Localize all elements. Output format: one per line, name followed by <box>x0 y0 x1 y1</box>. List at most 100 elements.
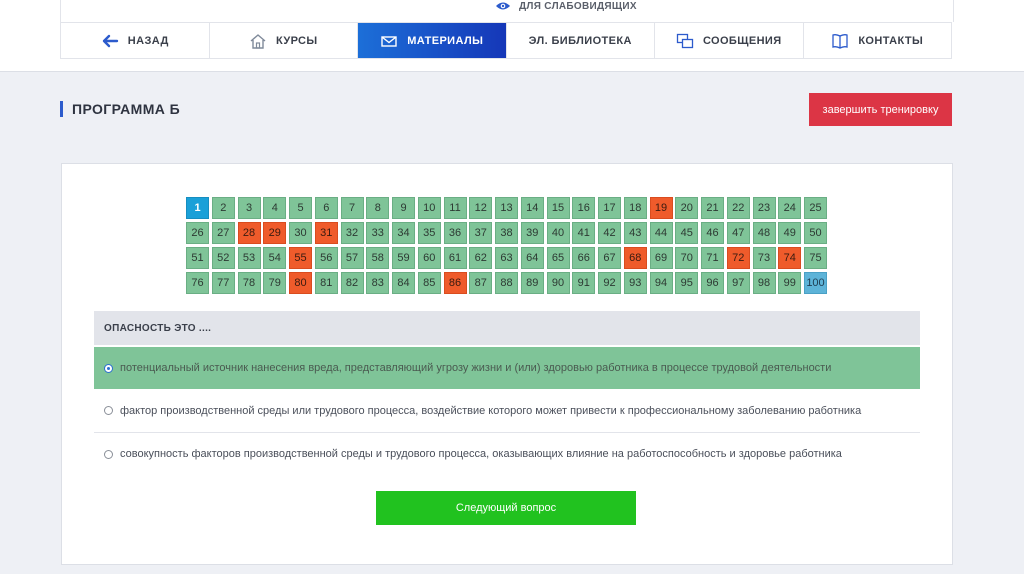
nav-library[interactable]: ЭЛ. БИБЛИОТЕКА <box>507 23 655 58</box>
question-number-87[interactable]: 87 <box>469 272 493 294</box>
question-number-93[interactable]: 93 <box>623 272 647 294</box>
question-number-19[interactable]: 19 <box>649 197 673 219</box>
question-number-91[interactable]: 91 <box>572 272 596 294</box>
question-number-63[interactable]: 63 <box>495 247 518 269</box>
nav-courses[interactable]: КУРСЫ <box>210 23 358 58</box>
question-number-94[interactable]: 94 <box>649 272 673 294</box>
question-number-79[interactable]: 79 <box>263 272 287 294</box>
question-number-16[interactable]: 16 <box>572 197 596 219</box>
question-number-13[interactable]: 13 <box>495 197 518 219</box>
question-number-3[interactable]: 3 <box>237 197 261 219</box>
question-number-66[interactable]: 66 <box>572 247 596 269</box>
question-number-2[interactable]: 2 <box>211 197 235 219</box>
question-number-15[interactable]: 15 <box>546 197 570 219</box>
question-number-78[interactable]: 78 <box>237 272 261 294</box>
question-number-70[interactable]: 70 <box>675 247 699 269</box>
question-number-72[interactable]: 72 <box>726 247 750 269</box>
question-number-36[interactable]: 36 <box>443 222 467 244</box>
answer-radio-3[interactable] <box>104 449 113 459</box>
question-number-68[interactable]: 68 <box>623 247 647 269</box>
question-number-29[interactable]: 29 <box>263 222 287 244</box>
question-number-73[interactable]: 73 <box>752 247 776 269</box>
question-number-22[interactable]: 22 <box>726 197 750 219</box>
question-number-35[interactable]: 35 <box>417 222 441 244</box>
question-number-14[interactable]: 14 <box>520 197 544 219</box>
question-number-60[interactable]: 60 <box>417 247 441 269</box>
question-number-8[interactable]: 8 <box>366 197 390 219</box>
question-number-11[interactable]: 11 <box>443 197 467 219</box>
answer-radio-1[interactable] <box>104 363 113 373</box>
question-number-88[interactable]: 88 <box>495 272 518 294</box>
question-number-74[interactable]: 74 <box>778 247 802 269</box>
question-number-54[interactable]: 54 <box>263 247 287 269</box>
question-number-17[interactable]: 17 <box>598 197 621 219</box>
question-number-7[interactable]: 7 <box>340 197 364 219</box>
question-number-89[interactable]: 89 <box>520 272 544 294</box>
question-number-9[interactable]: 9 <box>392 197 415 219</box>
answer-option-2[interactable]: фактор производственной среды или трудов… <box>94 389 920 432</box>
low-vision-link[interactable]: ДЛЯ СЛАБОВИДЯЩИХ <box>495 0 637 12</box>
question-number-50[interactable]: 50 <box>804 222 827 244</box>
question-number-75[interactable]: 75 <box>804 247 827 269</box>
question-number-61[interactable]: 61 <box>443 247 467 269</box>
question-number-44[interactable]: 44 <box>649 222 673 244</box>
question-number-12[interactable]: 12 <box>469 197 493 219</box>
question-number-1[interactable]: 1 <box>186 197 209 219</box>
question-number-98[interactable]: 98 <box>752 272 776 294</box>
question-number-95[interactable]: 95 <box>675 272 699 294</box>
question-number-25[interactable]: 25 <box>804 197 827 219</box>
question-number-76[interactable]: 76 <box>186 272 209 294</box>
nav-back[interactable]: НАЗАД <box>61 23 210 58</box>
question-number-4[interactable]: 4 <box>263 197 287 219</box>
question-number-71[interactable]: 71 <box>701 247 724 269</box>
next-question-button[interactable]: Следующий вопрос <box>376 491 636 525</box>
question-number-6[interactable]: 6 <box>314 197 338 219</box>
question-number-64[interactable]: 64 <box>520 247 544 269</box>
question-number-43[interactable]: 43 <box>623 222 647 244</box>
nav-messages[interactable]: СООБЩЕНИЯ <box>655 23 804 58</box>
question-number-52[interactable]: 52 <box>211 247 235 269</box>
question-number-83[interactable]: 83 <box>366 272 390 294</box>
question-number-90[interactable]: 90 <box>546 272 570 294</box>
question-number-26[interactable]: 26 <box>186 222 209 244</box>
question-number-20[interactable]: 20 <box>675 197 699 219</box>
answer-radio-2[interactable] <box>104 406 113 415</box>
question-number-28[interactable]: 28 <box>237 222 261 244</box>
question-number-38[interactable]: 38 <box>495 222 518 244</box>
question-number-56[interactable]: 56 <box>314 247 338 269</box>
question-number-27[interactable]: 27 <box>211 222 235 244</box>
question-number-18[interactable]: 18 <box>623 197 647 219</box>
question-number-39[interactable]: 39 <box>520 222 544 244</box>
question-number-51[interactable]: 51 <box>186 247 209 269</box>
question-number-49[interactable]: 49 <box>778 222 802 244</box>
answer-option-1[interactable]: потенциальный источник нанесения вреда, … <box>94 347 920 389</box>
question-number-86[interactable]: 86 <box>443 272 467 294</box>
question-number-46[interactable]: 46 <box>701 222 724 244</box>
question-number-5[interactable]: 5 <box>289 197 312 219</box>
question-number-40[interactable]: 40 <box>546 222 570 244</box>
question-number-34[interactable]: 34 <box>392 222 415 244</box>
question-number-24[interactable]: 24 <box>778 197 802 219</box>
question-number-82[interactable]: 82 <box>340 272 364 294</box>
question-number-32[interactable]: 32 <box>340 222 364 244</box>
question-number-30[interactable]: 30 <box>289 222 312 244</box>
question-number-100[interactable]: 100 <box>804 272 827 294</box>
question-number-55[interactable]: 55 <box>289 247 312 269</box>
question-number-62[interactable]: 62 <box>469 247 493 269</box>
question-number-47[interactable]: 47 <box>726 222 750 244</box>
finish-training-button[interactable]: завершить тренировку <box>809 93 952 126</box>
question-number-97[interactable]: 97 <box>726 272 750 294</box>
answer-option-3[interactable]: совокупность факторов производственной с… <box>94 433 920 475</box>
question-number-37[interactable]: 37 <box>469 222 493 244</box>
question-number-41[interactable]: 41 <box>572 222 596 244</box>
nav-materials[interactable]: МАТЕРИАЛЫ <box>358 23 507 58</box>
question-number-84[interactable]: 84 <box>392 272 415 294</box>
question-number-92[interactable]: 92 <box>598 272 621 294</box>
question-number-81[interactable]: 81 <box>314 272 338 294</box>
question-number-80[interactable]: 80 <box>289 272 312 294</box>
question-number-59[interactable]: 59 <box>392 247 415 269</box>
question-number-45[interactable]: 45 <box>675 222 699 244</box>
question-number-67[interactable]: 67 <box>598 247 621 269</box>
question-number-53[interactable]: 53 <box>237 247 261 269</box>
question-number-48[interactable]: 48 <box>752 222 776 244</box>
